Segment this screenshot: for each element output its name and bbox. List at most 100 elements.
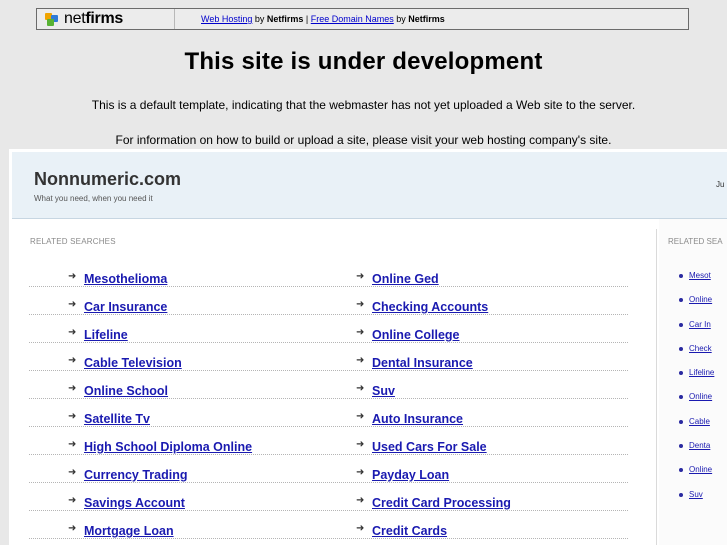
side-search-link[interactable]: Check [689,344,712,353]
side-search-link[interactable]: Cable [689,417,710,426]
list-item: ➜ Dental Insurance [317,343,628,371]
bullet-icon [679,419,683,424]
side-search-link[interactable]: Car In [689,320,711,329]
list-item: ➜ Satellite Tv [29,399,340,427]
search-link-credit-card-processing[interactable]: Credit Card Processing [372,496,511,510]
arrow-icon: ➜ [68,467,77,478]
list-item: Online [677,465,714,489]
search-link-auto-insurance[interactable]: Auto Insurance [372,412,463,426]
arrow-icon: ➜ [356,411,365,422]
banner-links: Web Hosting by Netfirms | Free Domain Na… [201,14,445,24]
bullet-icon [679,395,683,400]
side-search-link[interactable]: Lifeline [689,368,714,377]
related-searches-left-column: ➜ Mesothelioma ➜ Car Insurance ➜ Lifeline ➜… [29,259,340,539]
search-link-currency-trading[interactable]: Currency Trading [84,468,188,482]
list-item: ➜ Used Cars For Sale [317,427,628,455]
list-item: Lifeline [677,368,714,392]
search-link-online-school[interactable]: Online School [84,384,168,398]
search-link-credit-cards[interactable]: Credit Cards [372,524,447,538]
list-item: ➜ Car Insurance [29,287,340,315]
search-link-checking-accounts[interactable]: Checking Accounts [372,300,488,314]
related-searches-title-right: RELATED SEA [668,237,723,246]
search-link-online-college[interactable]: Online College [372,328,460,342]
netfirms-brand: Netfirms [408,14,445,24]
bullet-icon [679,274,683,278]
search-link-high-school-diploma-online[interactable]: High School Diploma Online [84,440,252,454]
list-item: ➜ Cable Television [29,343,340,371]
hosting-info-text: For information on how to build or uploa… [115,133,612,147]
netfirms-logo[interactable]: netfirms [37,9,175,29]
side-search-link[interactable]: Suv [689,490,703,499]
list-item: Online [677,392,714,416]
list-item: ➜ Credit Card Processing [317,483,628,511]
site-tagline: What you need, when you need it [34,194,153,203]
arrow-icon: ➜ [68,383,77,394]
side-search-link[interactable]: Online [689,295,712,304]
list-item: ➜ Mortgage Loan [29,511,340,539]
list-item: Mesot [677,271,714,295]
header-right-text: Ju [716,180,725,189]
arrow-icon: ➜ [356,299,365,310]
arrow-icon: ➜ [356,383,365,394]
search-link-suv[interactable]: Suv [372,384,395,398]
list-item: Check [677,344,714,368]
arrow-icon: ➜ [68,495,77,506]
list-item: ➜ Payday Loan [317,455,628,483]
list-item: Cable [677,417,714,441]
list-item: Online [677,295,714,319]
search-link-satellite-tv[interactable]: Satellite Tv [84,412,150,426]
logo-text: netfirms [64,10,123,27]
list-item: ➜ Currency Trading [29,455,340,483]
related-searches-title: RELATED SEARCHES [30,237,116,246]
list-item: ➜ Suv [317,371,628,399]
arrow-icon: ➜ [356,355,365,366]
parked-domain-panel: Nonnumeric.com What you need, when you n… [9,149,727,545]
arrow-icon: ➜ [68,327,77,338]
search-link-payday-loan[interactable]: Payday Loan [372,468,449,482]
netfirms-banner: netfirms Web Hosting by Netfirms | Free … [36,8,689,30]
bullet-icon [679,322,683,327]
list-item: Suv [677,490,714,514]
list-item: ➜ Online School [29,371,340,399]
search-link-dental-insurance[interactable]: Dental Insurance [372,356,473,370]
list-item: ➜ Auto Insurance [317,399,628,427]
web-hosting-link[interactable]: Web Hosting [201,14,252,24]
search-link-lifeline[interactable]: Lifeline [84,328,128,342]
column-divider [656,229,657,545]
search-link-used-cars-for-sale[interactable]: Used Cars For Sale [372,440,487,454]
side-search-link[interactable]: Online [689,465,712,474]
side-search-link[interactable]: Denta [689,441,710,450]
bullet-icon [679,371,683,376]
arrow-icon: ➜ [356,271,365,282]
search-link-online-ged[interactable]: Online Ged [372,272,439,286]
default-template-text: This is a default template, indicating t… [91,98,636,112]
arrow-icon: ➜ [68,271,77,282]
search-link-mesothelioma[interactable]: Mesothelioma [84,272,167,286]
arrow-icon: ➜ [68,411,77,422]
list-item: ➜ Online Ged [317,259,628,287]
netfirms-brand: Netfirms [266,14,304,24]
bullet-icon [679,492,683,497]
list-item: ➜ Credit Cards [317,511,628,539]
side-search-link[interactable]: Mesot [689,271,711,280]
arrow-icon: ➜ [356,439,365,450]
side-search-link[interactable]: Online [689,392,712,401]
arrow-icon: ➜ [356,495,365,506]
search-link-mortgage-loan[interactable]: Mortgage Loan [84,524,174,538]
list-item: ➜ Mesothelioma [29,259,340,287]
arrow-icon: ➜ [356,467,365,478]
netfirms-logo-icon [45,12,61,26]
search-link-car-insurance[interactable]: Car Insurance [84,300,167,314]
arrow-icon: ➜ [68,355,77,366]
list-item: ➜ Savings Account [29,483,340,511]
list-item: Denta [677,441,714,465]
search-link-savings-account[interactable]: Savings Account [84,496,185,510]
arrow-icon: ➜ [356,523,365,534]
bullet-icon [679,468,683,473]
bullet-icon [679,298,683,303]
list-item: ➜ Online College [317,315,628,343]
free-domain-names-link[interactable]: Free Domain Names [311,14,394,24]
search-link-cable-television[interactable]: Cable Television [84,356,182,370]
bullet-icon [679,444,683,449]
page-headline: This site is under development [184,48,543,75]
